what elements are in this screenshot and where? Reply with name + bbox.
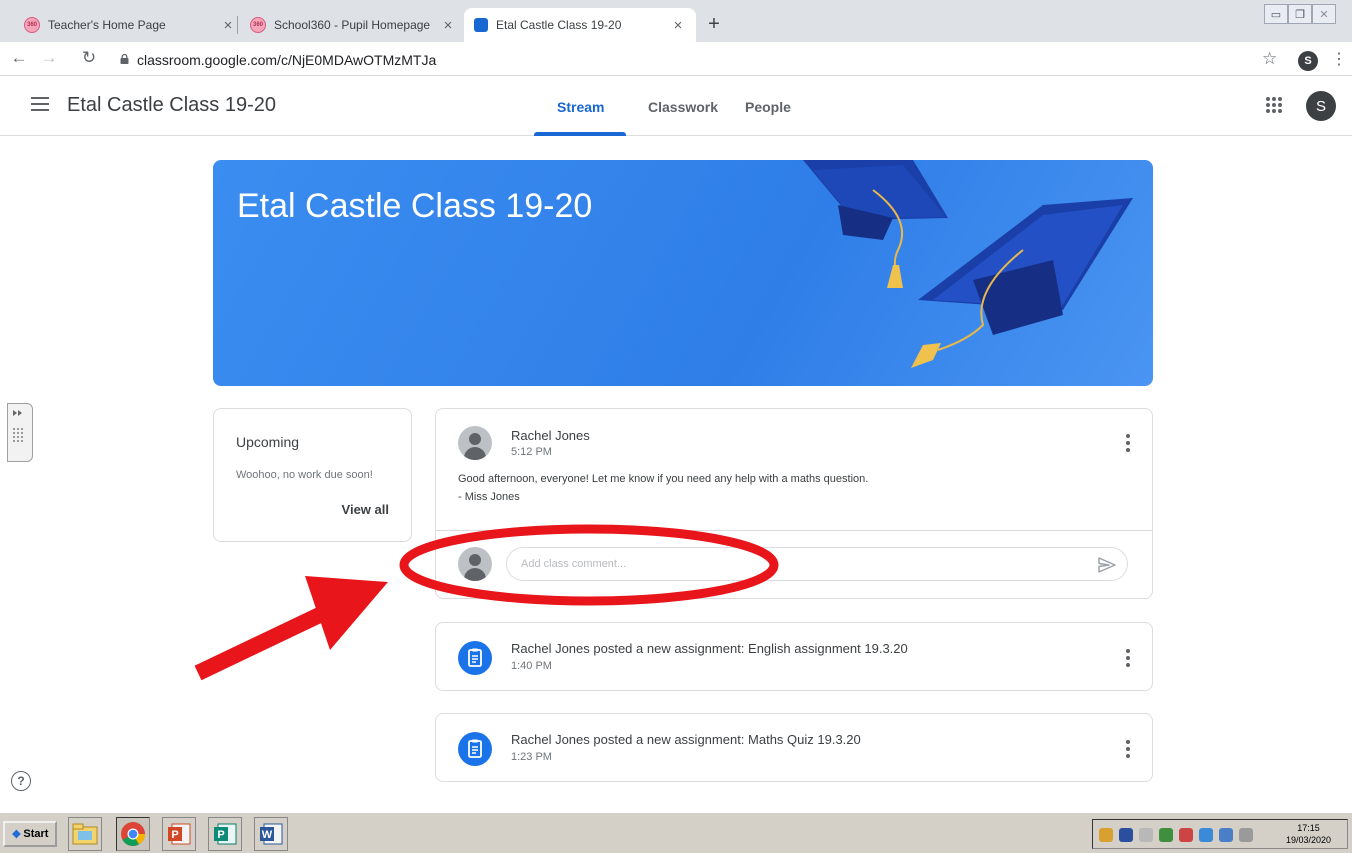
browser-tab-school360[interactable]: 360 School360 - Pupil Homepage × [240,8,466,42]
tab-stream[interactable]: Stream [557,99,604,115]
tab-title: Etal Castle Class 19-20 [496,18,622,32]
system-tray: 17:15 19/03/2020 [1092,819,1348,849]
assignment-time: 1:23 PM [511,751,552,763]
url-bar[interactable]: classroom.google.com/c/NjE0MDAwOTMzMTJa [137,52,436,68]
window-controls: ▭ ❐ ✕ [1264,4,1336,24]
browser-toolbar: ← → ↻ classroom.google.com/c/NjE0MDAwOTM… [0,42,1352,76]
tab-title: School360 - Pupil Homepage [274,18,431,32]
profile-avatar[interactable]: S [1298,51,1318,71]
apps-grid-icon[interactable] [1266,97,1282,113]
tab-separator [237,16,238,34]
upcoming-heading: Upcoming [236,434,300,450]
tab-classwork[interactable]: Classwork [648,99,718,115]
arrow-head [305,576,388,650]
minimize-icon[interactable]: ▭ [1264,4,1288,24]
powerpoint-icon[interactable]: P [162,817,196,851]
svg-text:W: W [262,829,273,841]
assignment-card[interactable]: Rachel Jones posted a new assignment: Ma… [435,713,1153,782]
view-all-link[interactable]: View all [342,502,389,517]
star-icon[interactable]: ☆ [1262,49,1277,69]
assignment-title[interactable]: Rachel Jones posted a new assignment: Ma… [511,732,861,747]
arrow-shaft [194,602,334,681]
assignment-time: 1:40 PM [511,660,552,672]
browser-tab-etal-castle[interactable]: Etal Castle Class 19-20 × [464,8,696,42]
side-toolbar-handle[interactable] [7,403,33,462]
banner-title[interactable]: Etal Castle Class 19-20 [237,187,592,226]
upcoming-panel: Upcoming Woohoo, no work due soon! View … [213,408,412,542]
forward-icon[interactable]: → [38,48,60,68]
browser-tab-teachers-home[interactable]: 360 Teacher's Home Page × [14,8,246,42]
commenter-avatar [458,547,492,581]
post-time: 5:12 PM [511,446,552,458]
class-banner: Etal Castle Class 19-20 [213,160,1153,386]
chrome-icon[interactable] [116,817,150,851]
start-button[interactable]: ❖ Start [3,821,57,847]
menu-icon[interactable] [31,97,49,111]
tools-tray-icon[interactable] [1179,828,1193,842]
word-icon[interactable]: W [254,817,288,851]
upcoming-message: Woohoo, no work due soon! [236,469,373,481]
taskbar-clock[interactable]: 17:15 19/03/2020 [1286,822,1331,846]
assignment-icon [458,732,492,766]
clock-time: 17:15 [1297,823,1320,833]
divider [436,530,1152,531]
more-vert-icon[interactable] [1126,649,1130,667]
help-icon[interactable]: ? [11,771,31,791]
update-tray-icon[interactable] [1159,828,1173,842]
start-label: Start [23,828,49,840]
display-tray-icon[interactable] [1199,828,1213,842]
volume-tray-icon[interactable] [1139,828,1153,842]
reload-icon[interactable]: ↻ [78,48,100,68]
assignment-card[interactable]: Rachel Jones posted a new assignment: En… [435,622,1153,691]
post-signature: - Miss Jones [458,491,520,503]
tab-close-icon[interactable]: × [440,17,456,34]
classroom-header: Etal Castle Class 19-20 Stream Classwork… [0,77,1352,136]
class-comment-input[interactable] [506,547,1128,581]
send-icon[interactable] [1098,557,1116,573]
announcement-card: Rachel Jones 5:12 PM Good afternoon, eve… [435,408,1153,599]
tab-close-icon[interactable]: × [220,17,236,34]
browser-tab-strip: 360 Teacher's Home Page × 360 School360 … [0,0,1352,42]
svg-text:P: P [217,829,224,841]
file-explorer-icon[interactable] [68,817,102,851]
browser-menu-icon[interactable]: ⋮ [1331,49,1347,69]
device-tray-icon[interactable] [1239,828,1253,842]
page-title[interactable]: Etal Castle Class 19-20 [67,94,276,117]
restore-icon[interactable]: ❐ [1288,4,1312,24]
security-tray-icon[interactable] [1099,828,1113,842]
more-vert-icon[interactable] [1126,740,1130,758]
active-tab-indicator [534,132,626,136]
clock-date: 19/03/2020 [1285,835,1331,845]
publisher-icon[interactable]: P [208,817,242,851]
assignment-icon [458,641,492,675]
windows-taskbar: ❖ Start P P W 17:15 19/03/2020 [0,812,1352,853]
user-avatar[interactable]: S [1306,91,1336,121]
network-tray-icon[interactable] [1119,828,1133,842]
assignment-title[interactable]: Rachel Jones posted a new assignment: En… [511,641,908,656]
svg-text:P: P [171,829,178,841]
lock-icon [120,54,129,64]
tab-people[interactable]: People [745,99,791,115]
school360-favicon-icon: 360 [24,17,40,33]
author-avatar [458,426,492,460]
app-tray-icon[interactable] [1219,828,1233,842]
new-tab-button[interactable]: + [700,13,728,36]
tab-title: Teacher's Home Page [48,18,166,32]
post-author: Rachel Jones [511,428,590,443]
post-message: Good afternoon, everyone! Let me know if… [458,473,869,485]
school360-favicon-icon: 360 [250,17,266,33]
windows-logo-icon: ❖ [11,828,22,841]
close-window-icon[interactable]: ✕ [1312,4,1336,24]
tab-close-icon[interactable]: × [670,17,686,34]
back-icon[interactable]: ← [8,48,30,68]
classroom-favicon-icon [474,18,488,32]
more-vert-icon[interactable] [1126,434,1130,452]
